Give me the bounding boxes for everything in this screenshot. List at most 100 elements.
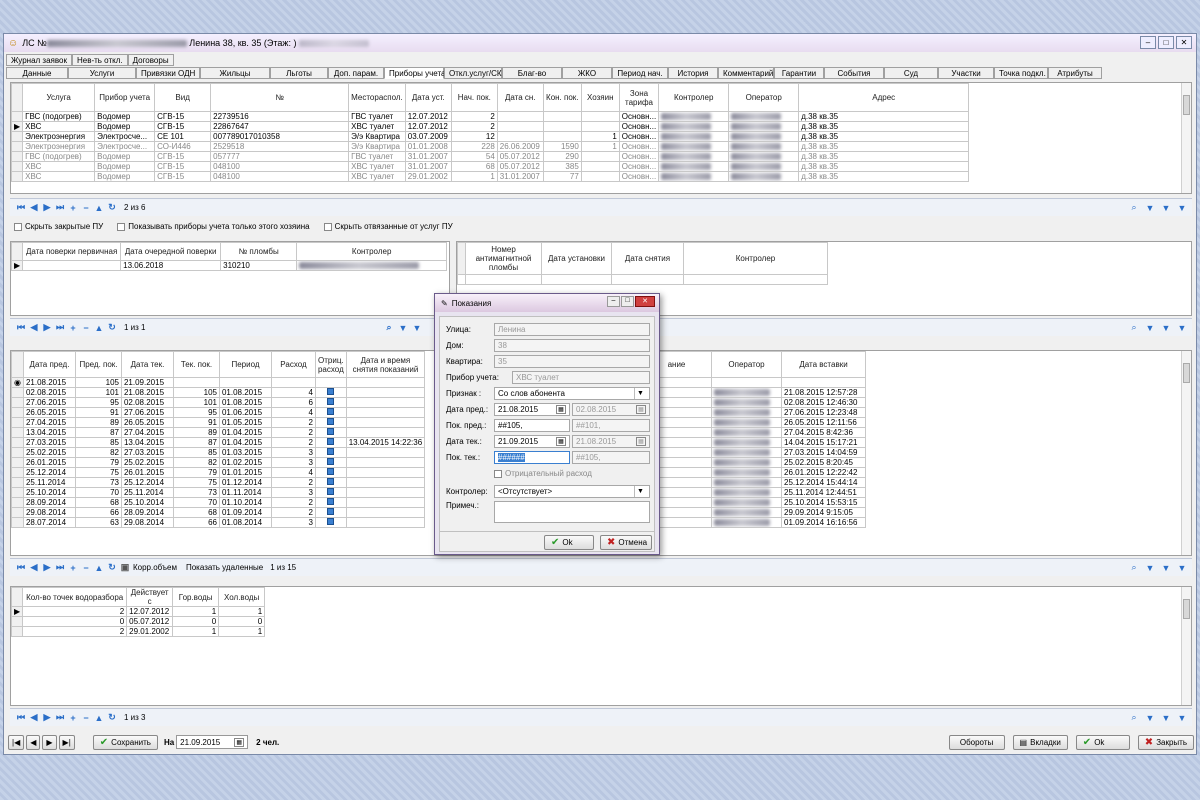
refresh-icon[interactable]: ↻	[107, 562, 117, 573]
tab[interactable]: Суд	[884, 67, 938, 79]
first-page-button[interactable]: |◀	[8, 734, 25, 750]
column-header[interactable]: Тек. пок.	[172, 351, 220, 378]
column-header[interactable]: Нач. пок.	[450, 83, 498, 112]
first-record-icon[interactable]: ⏮	[16, 322, 26, 333]
table-row[interactable]: ▶ 2 12.07.2012 1 1	[11, 606, 266, 617]
column-header[interactable]: Дата тек.	[120, 351, 174, 378]
tab[interactable]: Услуги	[68, 67, 136, 79]
add-icon[interactable]: +	[68, 563, 78, 573]
up-icon[interactable]: ▲	[94, 203, 104, 213]
tab[interactable]: ЖКО	[562, 67, 612, 79]
prev-val-field[interactable]: ##105,	[494, 419, 570, 432]
up-icon[interactable]: ▲	[94, 713, 104, 723]
refresh-icon[interactable]: ↻	[107, 322, 117, 333]
table-row[interactable]: 29.09.2014 9:15:05	[641, 507, 866, 518]
table-row[interactable]: 25.02.2015 82 27.03.2015 85 01.03.2015 3	[11, 447, 426, 458]
tab[interactable]: Жильцы	[200, 67, 270, 79]
column-header[interactable]: Дата пред.	[22, 351, 76, 378]
table-row[interactable]: 2 29.01.2002 1 1	[11, 626, 266, 637]
table-row[interactable]: 26.05.2015 12:11:56	[641, 417, 866, 428]
table-row[interactable]: 27.04.2015 8:42:36	[641, 427, 866, 438]
filter-edit-icon[interactable]: ▼	[1160, 202, 1172, 214]
next-record-icon[interactable]: ▶	[42, 322, 52, 333]
tab[interactable]: Откл.услуг/СКУ	[444, 67, 507, 79]
table-row[interactable]: 25.12.2014 75 26.01.2015 79 01.01.2015 4	[11, 467, 426, 478]
search-icon[interactable]: ⌕	[1128, 712, 1140, 724]
first-record-icon[interactable]: ⏮	[16, 712, 26, 723]
filter-edit-icon[interactable]: ▼	[1160, 562, 1172, 574]
tab[interactable]: Атрибуты	[1048, 67, 1102, 79]
column-header[interactable]: Дата поверки первичная	[22, 242, 122, 261]
filter-clear-icon[interactable]: ▼	[1176, 322, 1188, 334]
table-row[interactable]: Электроэнергия Электросче... СЕ 101 0077890…	[11, 131, 970, 142]
column-header[interactable]: Оператор	[728, 83, 800, 112]
filter-icon[interactable]: ▼	[398, 323, 408, 333]
column-header[interactable]: Хозяин	[580, 83, 620, 112]
table-row[interactable]: 28.09.2014 68 25.10.2014 70 01.10.2014 2	[11, 497, 426, 508]
next-record-icon[interactable]: ▶	[42, 712, 52, 723]
column-header[interactable]: Отриц. расход	[314, 351, 347, 378]
up-icon[interactable]: ▲	[94, 323, 104, 333]
refresh-icon[interactable]: ↻	[107, 712, 117, 723]
column-header[interactable]: Дата снятия	[611, 242, 684, 275]
oboroty-button[interactable]: Обороты	[948, 734, 1005, 750]
points-scrollbar[interactable]	[1181, 587, 1191, 705]
table-row[interactable]: 27.03.2015 85 13.04.2015 87 01.04.2015 2 13.04…	[11, 437, 426, 448]
ok-button[interactable]: ✔ Ok	[1075, 734, 1130, 750]
filter-clear-icon[interactable]: ▼	[1176, 202, 1188, 214]
tab[interactable]: Данные	[6, 67, 68, 79]
meters-scrollbar[interactable]	[1181, 83, 1191, 193]
column-header[interactable]: Зона тарифа	[618, 83, 660, 112]
hide-unlinked-option[interactable]: Скрыть отвязанные от услуг ПУ	[323, 222, 453, 231]
column-header[interactable]: Контролер	[683, 242, 828, 275]
tab[interactable]: Гарантии	[774, 67, 824, 79]
column-header[interactable]: Вид	[154, 83, 212, 112]
table-row[interactable]: 29.08.2014 66 28.09.2014 68 01.09.2014 2	[11, 507, 426, 518]
tab[interactable]: События	[824, 67, 884, 79]
table-row[interactable]: 25.11.2014 12:44:51	[641, 487, 866, 498]
date-field[interactable]: 21.09.2015 ▦	[176, 735, 249, 749]
first-record-icon[interactable]: ⏮	[16, 202, 26, 213]
next-record-icon[interactable]: ▶	[42, 562, 52, 573]
tabs-button[interactable]: ▤ Вкладки	[1012, 734, 1068, 750]
column-header[interactable]: Контролер	[296, 242, 448, 261]
column-header[interactable]: Период	[218, 351, 272, 378]
dialog-ok-button[interactable]: ✔ Ok	[544, 535, 594, 550]
first-record-icon[interactable]: ⏮	[16, 562, 26, 573]
filter-edit-icon[interactable]: ▼	[1160, 712, 1172, 724]
table-row[interactable]: ◉ 21.08.2015 105 21.09.2015	[11, 377, 426, 388]
table-row[interactable]: 13.04.2015 87 27.04.2015 89 01.04.2015 2	[11, 427, 426, 438]
column-header[interactable]: Услуга	[22, 83, 96, 112]
owner-only-option[interactable]: Показывать приборы учета только этого хо…	[117, 222, 310, 231]
remove-icon[interactable]: −	[81, 323, 91, 333]
table-row[interactable]: ▶ 13.06.2018 310210	[11, 260, 448, 271]
column-header[interactable]: Кол-во точек водоразбора	[22, 587, 128, 607]
table-row[interactable]: ХВС Водомер СГВ-15 048100 ХВС туалет 29.01.20…	[11, 171, 970, 182]
table-row[interactable]: 02.08.2015 12:46:30	[641, 397, 866, 408]
close-window-button[interactable]: ✕	[1176, 36, 1192, 49]
filter-icon[interactable]: ▼	[1144, 712, 1156, 724]
up-icon[interactable]: ▲	[94, 563, 104, 573]
table-row[interactable]: 25.10.2014 15:53:15	[641, 497, 866, 508]
tab[interactable]: История	[668, 67, 718, 79]
cur-date-field[interactable]: 21.09.2015 ▦	[494, 435, 570, 448]
prev-date-field[interactable]: 21.08.2015 ▦	[494, 403, 570, 416]
table-row[interactable]: ХВС Водомер СГВ-15 048100 ХВС туалет 31.01.20…	[11, 161, 970, 172]
last-record-icon[interactable]: ⏭	[55, 322, 65, 333]
prev-record-icon[interactable]: ◀	[29, 712, 39, 723]
filter-edit-icon[interactable]: ▼	[1160, 322, 1172, 334]
cur-val-field[interactable]: ######	[494, 451, 570, 464]
hide-closed-option[interactable]: Скрыть закрытые ПУ	[14, 222, 103, 231]
table-row[interactable]: 28.07.2014 63 29.08.2014 66 01.08.2014 3	[11, 517, 426, 528]
column-header[interactable]: Дата уст.	[404, 83, 452, 112]
column-header[interactable]: Пред. пок.	[74, 351, 122, 378]
corr-volume-button[interactable]: Корр.объем	[133, 563, 177, 572]
filter-icon[interactable]: ▼	[1144, 562, 1156, 574]
search-icon[interactable]: ⌕	[1128, 202, 1140, 214]
table-row[interactable]: 27.06.2015 95 02.08.2015 101 01.08.2015 6	[11, 397, 426, 408]
table-row[interactable]: 01.09.2014 16:16:56	[641, 517, 866, 528]
corr-volume-icon[interactable]: ▣	[120, 562, 130, 573]
column-header[interactable]: Местораспол.	[348, 83, 406, 112]
search-icon[interactable]: ⌕	[1128, 322, 1140, 334]
table-row[interactable]: 25.10.2014 70 25.11.2014 73 01.11.2014 3	[11, 487, 426, 498]
